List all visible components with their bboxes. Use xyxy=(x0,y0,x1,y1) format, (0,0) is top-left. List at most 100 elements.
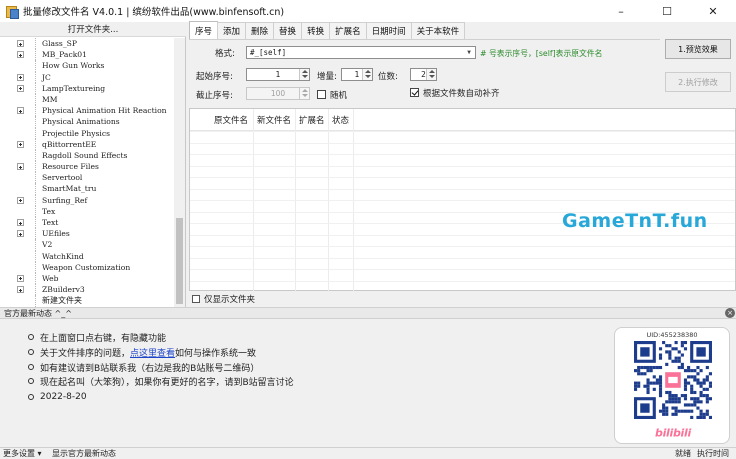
maximize-button[interactable]: ☐ xyxy=(644,0,690,22)
format-value: #_[self] xyxy=(250,48,287,57)
expand-icon[interactable] xyxy=(17,84,24,92)
col-extension[interactable]: 扩展名 xyxy=(299,109,325,131)
sort-help-link[interactable]: 点这里查看 xyxy=(130,346,175,359)
tree-item-label: 新建文件夹 xyxy=(42,296,82,306)
stepper-buttons[interactable] xyxy=(362,69,372,80)
tree-connector xyxy=(35,105,36,117)
col-status[interactable]: 状态 xyxy=(332,109,349,131)
tree-item-label: ZBuilderv3 xyxy=(42,285,85,295)
spin-down-icon[interactable] xyxy=(429,75,435,78)
tree-item[interactable]: How Gun Works xyxy=(0,60,174,72)
tree-item[interactable]: Resource Files xyxy=(0,161,174,173)
tree-item[interactable]: WatchKind xyxy=(0,250,174,262)
expand-icon[interactable] xyxy=(17,51,24,59)
tree-item[interactable]: Servertool xyxy=(0,172,174,184)
tree-item[interactable]: MB_Pack01 xyxy=(0,49,174,61)
tree-item[interactable]: Projectile Physics xyxy=(0,127,174,139)
tree-item[interactable]: qBittorrentEE xyxy=(0,138,174,150)
news-item: 在上面窗口点右键，有隐藏功能 xyxy=(28,330,166,344)
tree-item[interactable]: Physical Animation Hit Reaction xyxy=(0,105,174,117)
digits-stepper[interactable]: 2 xyxy=(410,68,437,81)
spin-up-icon[interactable] xyxy=(429,70,435,73)
more-settings-menu[interactable]: 更多设置 ▾ xyxy=(3,448,42,459)
tree-item[interactable]: Glass_SP xyxy=(0,38,174,50)
expand-icon[interactable] xyxy=(17,274,24,282)
bullet-icon xyxy=(28,394,34,400)
spin-down-icon[interactable] xyxy=(302,75,308,78)
tree-scrollbar[interactable] xyxy=(174,38,185,307)
tab-3[interactable]: 替换 xyxy=(273,22,303,39)
start-number-stepper[interactable]: 1 xyxy=(246,68,310,81)
expand-icon[interactable] xyxy=(17,286,24,294)
stepper-buttons[interactable] xyxy=(426,69,436,80)
news-text: 如有建议请到B站联系我（右边是我的B站账号二维码） xyxy=(40,363,260,374)
bilibili-qr-card: UID:455238380 bilibili xyxy=(614,327,730,444)
tree-item[interactable]: Physical Animations xyxy=(0,116,174,128)
expand-icon[interactable] xyxy=(17,230,24,238)
expand-icon[interactable] xyxy=(17,219,24,226)
tab-4[interactable]: 转换 xyxy=(301,22,331,39)
expand-icon[interactable] xyxy=(17,107,24,115)
tree-item[interactable]: 新建文件夹 xyxy=(0,295,174,307)
tab-2[interactable]: 删除 xyxy=(245,22,275,39)
tree-item[interactable]: Tex xyxy=(0,205,174,217)
tree-connector xyxy=(35,272,36,285)
tree-item[interactable]: ZBuilderv3 xyxy=(0,284,174,296)
tree-item-label: Resource Files xyxy=(42,162,99,172)
tree-item[interactable]: UEfiles xyxy=(0,228,174,240)
minimize-button[interactable]: – xyxy=(598,0,644,22)
tree-item[interactable]: MM xyxy=(0,93,174,106)
tab-0[interactable]: 序号 xyxy=(189,21,219,39)
news-header: 官方最新动态 ^_^ × xyxy=(0,307,736,319)
increment-stepper[interactable]: 1 xyxy=(341,68,373,81)
execute-button[interactable]: 2.执行修改 xyxy=(665,72,731,92)
list-row-line xyxy=(190,165,735,167)
spin-up-icon[interactable] xyxy=(302,70,308,73)
expand-icon[interactable] xyxy=(17,73,24,81)
tree-item[interactable]: Weapon Customization xyxy=(0,261,174,273)
expand-icon[interactable] xyxy=(17,140,24,148)
file-list[interactable]: 原文件名 新文件名 扩展名 状态 GameTnT.fun xyxy=(189,108,736,292)
spin-down-icon[interactable] xyxy=(302,94,308,97)
increment-value: 1 xyxy=(354,70,360,79)
spin-up-icon[interactable] xyxy=(302,89,308,92)
tree-item[interactable]: Text xyxy=(0,217,174,229)
expand-icon[interactable] xyxy=(17,163,24,171)
col-original-name[interactable]: 原文件名 xyxy=(214,109,248,131)
function-tabs: 序号 添加 删除 替换 转换 扩展名 日期时间 关于本软件 xyxy=(189,21,736,39)
news-text: 如何与操作系统一致 xyxy=(175,348,257,359)
open-folder-button[interactable]: 打开文件夹... xyxy=(0,22,186,37)
tree-item[interactable]: V2 xyxy=(0,239,174,251)
tree-item[interactable]: Ragdoll Sound Effects xyxy=(0,149,174,162)
list-row-line xyxy=(190,188,735,190)
spin-down-icon[interactable] xyxy=(365,75,371,78)
tree-item[interactable]: LampTextureing xyxy=(0,82,174,94)
tab-6[interactable]: 日期时间 xyxy=(365,22,412,39)
spin-up-icon[interactable] xyxy=(365,70,371,73)
col-new-name[interactable]: 新文件名 xyxy=(257,109,291,131)
tree-item[interactable]: Surfing_Ref xyxy=(0,194,174,206)
close-button[interactable]: ✕ xyxy=(690,0,736,22)
stepper-buttons[interactable] xyxy=(299,69,309,80)
tab-1[interactable]: 添加 xyxy=(217,22,247,39)
show-news-toggle[interactable]: 显示官方最新动态 xyxy=(52,448,116,459)
close-icon[interactable]: × xyxy=(725,308,735,318)
tree-item[interactable]: JC xyxy=(0,71,174,83)
news-text: 现在起名叫（大笨狗），如果你有更好的名字，请到B站留言讨论 xyxy=(40,377,294,388)
autopad-checkbox[interactable] xyxy=(410,88,419,97)
tab-7[interactable]: 关于本软件 xyxy=(410,22,466,39)
stepper-buttons[interactable] xyxy=(299,88,309,99)
random-checkbox[interactable] xyxy=(317,90,326,99)
tree-item[interactable]: Web xyxy=(0,272,174,285)
chevron-down-icon[interactable]: ▼ xyxy=(464,48,474,57)
preview-button[interactable]: 1.预览效果 xyxy=(665,39,731,59)
end-number-stepper[interactable]: 100 xyxy=(246,87,310,100)
expand-icon[interactable] xyxy=(17,40,24,47)
tree-scrollbar-thumb[interactable] xyxy=(176,218,183,304)
expand-icon[interactable] xyxy=(17,196,24,204)
folders-only-checkbox[interactable] xyxy=(192,295,200,303)
list-row-line xyxy=(190,131,735,132)
tree-item[interactable]: SmartMat_tru xyxy=(0,183,174,195)
tab-5[interactable]: 扩展名 xyxy=(329,22,367,39)
format-input[interactable]: #_[self] ▼ xyxy=(246,46,476,59)
